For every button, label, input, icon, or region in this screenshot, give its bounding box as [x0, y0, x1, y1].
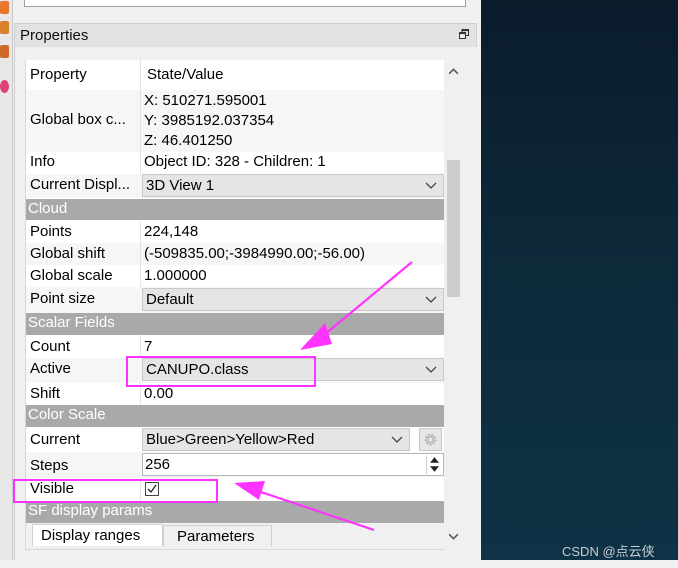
annotation-box-active	[126, 356, 316, 387]
count-label: Count	[30, 338, 71, 355]
table-header: Property State/Value	[26, 60, 445, 91]
point-size-combo[interactable]: Default	[142, 288, 444, 311]
tab-parameters[interactable]: Parameters	[163, 525, 272, 547]
color-scale-combo[interactable]: Blue>Green>Yellow>Red	[142, 428, 410, 451]
info-value: Object ID: 328 - Children: 1	[144, 153, 326, 170]
shift-label: Shift	[30, 385, 61, 402]
properties-title: Properties	[20, 27, 89, 44]
spin-arrows	[426, 455, 442, 474]
point-size-label: Point size	[30, 290, 96, 307]
section-scalar-fields-label: Scalar Fields	[28, 314, 115, 331]
table-row-points: Points 224,148	[26, 221, 445, 243]
color-scale-editor-button[interactable]	[419, 428, 442, 451]
global-box-x: X: 510271.595001	[144, 92, 267, 109]
table-row-current-scale: Current Blue>Green>Yellow>Red	[26, 427, 445, 452]
chevron-down-icon	[425, 296, 437, 303]
db-tree-panel-bottom	[24, 0, 466, 7]
spin-down-icon[interactable]	[430, 466, 439, 472]
points-value: 224,148	[144, 223, 199, 240]
table-row-global-box: Global box c... X: 510271.595001 Y: 3985…	[26, 90, 445, 152]
global-box-values: X: 510271.595001 Y: 3985192.037354 Z: 46…	[141, 90, 445, 152]
active-label: Active	[30, 360, 71, 377]
point-size-value: Default	[146, 291, 194, 308]
steps-label: Steps	[30, 457, 69, 474]
global-box-label: Global box c...	[30, 111, 126, 128]
properties-table: Property State/Value Global box c... X: …	[25, 60, 445, 550]
toolbar-tool-icon[interactable]	[0, 1, 9, 14]
table-row-count: Count 7	[26, 335, 445, 358]
float-restore-icon[interactable]	[459, 29, 469, 39]
tab-display-ranges-label: Display ranges	[41, 527, 141, 544]
section-scalar-fields: Scalar Fields	[26, 313, 445, 335]
properties-dock-header: Properties	[14, 23, 477, 48]
section-cloud-label: Cloud	[28, 200, 68, 217]
global-scale-value: 1.000000	[144, 267, 207, 284]
watermark: CSDN @点云侠	[562, 544, 655, 559]
header-state-value[interactable]: State/Value	[141, 60, 445, 90]
chevron-down-icon	[425, 366, 437, 373]
sf-tabs: Display ranges Parameters	[26, 523, 445, 549]
bottom-status-strip	[0, 560, 678, 568]
scroll-down-icon[interactable]	[447, 530, 460, 543]
gear-icon	[424, 433, 437, 446]
tab-display-ranges[interactable]: Display ranges	[32, 524, 163, 546]
section-sf-display-params: SF display params	[26, 501, 445, 523]
table-row-info: Info Object ID: 328 - Children: 1	[26, 152, 445, 174]
toolbar-tool-icon[interactable]	[0, 80, 9, 93]
scroll-up-icon[interactable]	[447, 65, 460, 78]
global-shift-label: Global shift	[30, 245, 106, 262]
table-row-point-size: Point size Default	[26, 287, 445, 313]
section-color-scale: Color Scale	[26, 405, 445, 427]
section-sf-display-label: SF display params	[28, 502, 153, 519]
current-display-label: Current Displ...	[30, 176, 131, 193]
info-label: Info	[30, 153, 56, 170]
chevron-down-icon	[425, 182, 437, 189]
table-row-global-shift: Global shift (-509835.00;-3984990.00;-56…	[26, 243, 445, 265]
global-box-y: Y: 3985192.037354	[144, 112, 275, 129]
global-shift-value: (-509835.00;-3984990.00;-56.00)	[144, 245, 366, 262]
tab-parameters-label: Parameters	[177, 528, 255, 545]
global-box-z: Z: 46.401250	[144, 132, 233, 149]
table-row-global-scale: Global scale 1.000000	[26, 265, 445, 287]
current-scale-value: Blue>Green>Yellow>Red	[146, 431, 315, 448]
points-label: Points	[30, 223, 72, 240]
header-property[interactable]: Property	[26, 60, 140, 90]
toolbar-tool-icon[interactable]	[0, 45, 9, 58]
properties-scrollbar[interactable]	[444, 60, 463, 549]
global-scale-label: Global scale	[30, 267, 113, 284]
current-display-combo[interactable]: 3D View 1	[142, 174, 444, 197]
steps-value: 256	[145, 456, 171, 473]
3d-viewport[interactable]	[481, 0, 678, 560]
toolbar-tool-icon[interactable]	[0, 21, 9, 34]
spin-up-icon[interactable]	[430, 457, 439, 463]
chevron-down-icon	[391, 436, 403, 443]
annotation-box-visible	[13, 479, 218, 503]
table-row-steps: Steps 256	[26, 452, 445, 477]
current-scale-label: Current	[30, 431, 81, 448]
count-value: 7	[144, 338, 153, 355]
scrollbar-thumb[interactable]	[447, 160, 460, 297]
current-display-value: 3D View 1	[146, 177, 215, 194]
section-cloud: Cloud	[26, 199, 445, 220]
steps-spinbox[interactable]: 256	[142, 453, 444, 476]
table-row-current-display: Current Displ... 3D View 1	[26, 174, 445, 198]
section-color-scale-label: Color Scale	[28, 406, 106, 423]
left-toolbar	[0, 0, 13, 568]
